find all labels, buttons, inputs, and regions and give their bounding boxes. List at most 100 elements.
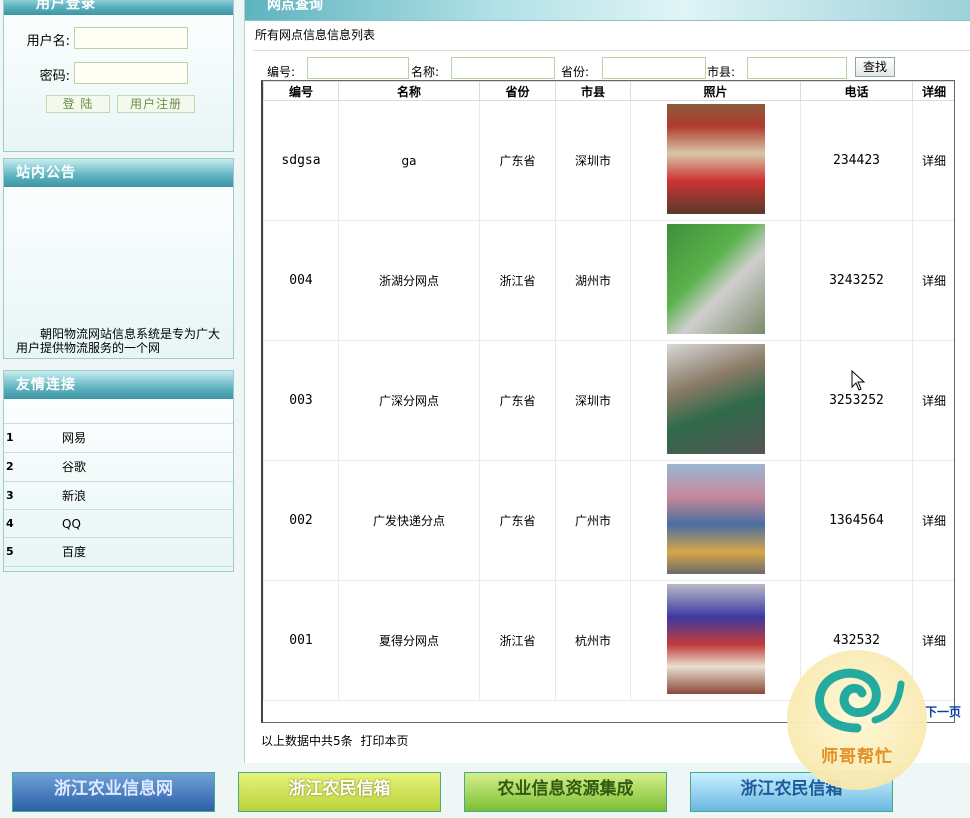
login-title: 用户登录: [4, 0, 233, 15]
cell-photo: [630, 220, 801, 341]
banner-text: 农业信息资源集成: [497, 779, 634, 799]
cell-id: 003: [263, 340, 339, 461]
notice-scroll-text: 朝阳物流网站信息系统是专为广大用户提供物流服务的一个网: [16, 327, 221, 353]
cell-phone: 234423: [800, 100, 913, 221]
link-item[interactable]: 2 谷歌: [4, 452, 233, 481]
next-page-link[interactable]: 下一页: [925, 703, 961, 720]
search-province-label: 省份:: [561, 65, 590, 79]
print-link[interactable]: 打印本页: [360, 734, 408, 748]
cell-id: 001: [263, 580, 339, 701]
list-caption: 所有网点信息信息列表: [255, 28, 376, 42]
search-city-input[interactable]: [747, 57, 847, 79]
search-id-label: 编号:: [267, 65, 296, 79]
cell-photo: [630, 460, 801, 581]
outlet-photo: [666, 584, 765, 694]
outlet-photo: [666, 464, 765, 574]
outlet-photo: [666, 344, 765, 454]
table-row: 004 浙湖分网点 浙江省 湖州市 3243252 详细: [263, 220, 954, 341]
link-name[interactable]: 百度: [62, 538, 86, 566]
col-header-name: 名称: [338, 81, 480, 101]
cell-name: 夏得分网点: [338, 580, 480, 701]
table-row: 002 广发快递分点 广东省 广州市 1364564 详细: [263, 460, 954, 581]
link-name[interactable]: 新浪: [62, 482, 86, 510]
links-title: 友情连接: [4, 371, 233, 399]
footer-note: 以上数据中共5条 打印本页: [261, 732, 408, 749]
cell-province: 浙江省: [479, 580, 556, 701]
cell-city: 杭州市: [555, 580, 631, 701]
caption-divider: [253, 50, 970, 51]
cell-city: 深圳市: [555, 100, 631, 221]
find-button[interactable]: 查找: [855, 57, 895, 77]
table-row: 003 广深分网点 广东省 深圳市 3253252 详细: [263, 340, 954, 461]
links-panel: 友情连接 1 网易 2 谷歌 3 新浪 4 QQ 5 百度: [3, 370, 234, 572]
detail-link[interactable]: 详细: [912, 220, 954, 341]
cell-city: 广州市: [555, 460, 631, 581]
col-header-photo: 照片: [630, 81, 801, 101]
cell-phone: 1364564: [800, 460, 913, 581]
cell-name: ga: [338, 100, 480, 221]
cell-id: 004: [263, 220, 339, 341]
outlet-table: 编号 名称 省份 市县 照片 电话 详细 sdgsa ga 广东省 深圳市 23…: [261, 80, 955, 723]
link-name[interactable]: 谷歌: [62, 453, 86, 481]
link-number: 2: [6, 460, 14, 473]
banner-text: 浙江农民信箱: [288, 779, 391, 799]
notice-title: 站内公告: [4, 159, 233, 187]
banner-link[interactable]: 浙江农业信息网: [12, 772, 215, 812]
cell-phone: 3253252: [800, 340, 913, 461]
col-header-province: 省份: [479, 81, 556, 101]
record-count: 以上数据中共5条: [261, 734, 353, 748]
col-header-phone: 电话: [800, 81, 913, 101]
search-city-label: 市县:: [707, 65, 736, 79]
link-item[interactable]: 4 QQ: [4, 509, 233, 538]
link-number: 5: [6, 545, 14, 558]
search-id-input[interactable]: [307, 57, 409, 79]
search-name-label: 名称:: [411, 65, 440, 79]
link-item[interactable]: 1 网易: [4, 423, 233, 452]
col-header-id: 编号: [263, 81, 339, 101]
cell-province: 广东省: [479, 340, 556, 461]
link-number: 1: [6, 431, 14, 444]
main-header-bar: 网点查询: [245, 0, 970, 21]
main-header-title: 网点查询: [267, 0, 323, 13]
cell-province: 浙江省: [479, 220, 556, 341]
banner-link[interactable]: 农业信息资源集成: [464, 772, 667, 812]
cell-photo: [630, 100, 801, 221]
col-header-city: 市县: [555, 81, 631, 101]
watermark-text: 师哥帮忙: [821, 747, 893, 767]
snail-icon: [815, 668, 905, 733]
login-button[interactable]: 登 陆: [46, 95, 110, 113]
link-number: 3: [6, 489, 14, 502]
username-input[interactable]: [74, 27, 188, 49]
username-label: 用户名:: [26, 34, 70, 49]
cell-city: 深圳市: [555, 340, 631, 461]
cell-phone: 3243252: [800, 220, 913, 341]
link-name[interactable]: 网易: [62, 424, 86, 452]
register-button[interactable]: 用户注册: [117, 95, 195, 113]
banner-link[interactable]: 浙江农民信箱: [238, 772, 441, 812]
search-name-input[interactable]: [451, 57, 555, 79]
cell-name: 广发快递分点: [338, 460, 480, 581]
mouse-cursor-icon: [851, 370, 866, 391]
cell-province: 广东省: [479, 460, 556, 581]
link-number: 4: [6, 517, 14, 530]
login-panel: 用户登录 用户名: 密码: 登 陆 用户注册: [3, 0, 234, 152]
cell-photo: [630, 580, 801, 701]
watermark-logo: 师哥帮忙: [787, 650, 927, 790]
cell-id: sdgsa: [263, 100, 339, 221]
banner-text: 浙江农业信息网: [54, 779, 173, 799]
col-header-detail: 详细: [912, 81, 954, 101]
cell-name: 广深分网点: [338, 340, 480, 461]
notice-panel: 站内公告 朝阳物流网站信息系统是专为广大用户提供物流服务的一个网: [3, 158, 234, 359]
detail-link[interactable]: 详细: [912, 340, 954, 461]
outlet-photo: [666, 104, 765, 214]
cell-photo: [630, 340, 801, 461]
password-input[interactable]: [74, 62, 188, 84]
link-name[interactable]: QQ: [62, 510, 81, 538]
detail-link[interactable]: 详细: [912, 100, 954, 221]
search-province-input[interactable]: [602, 57, 706, 79]
table-header-row: 编号 名称 省份 市县 照片 电话 详细: [263, 81, 954, 101]
detail-link[interactable]: 详细: [912, 460, 954, 581]
link-item[interactable]: 5 百度: [4, 537, 233, 567]
cell-name: 浙湖分网点: [338, 220, 480, 341]
link-item[interactable]: 3 新浪: [4, 481, 233, 510]
